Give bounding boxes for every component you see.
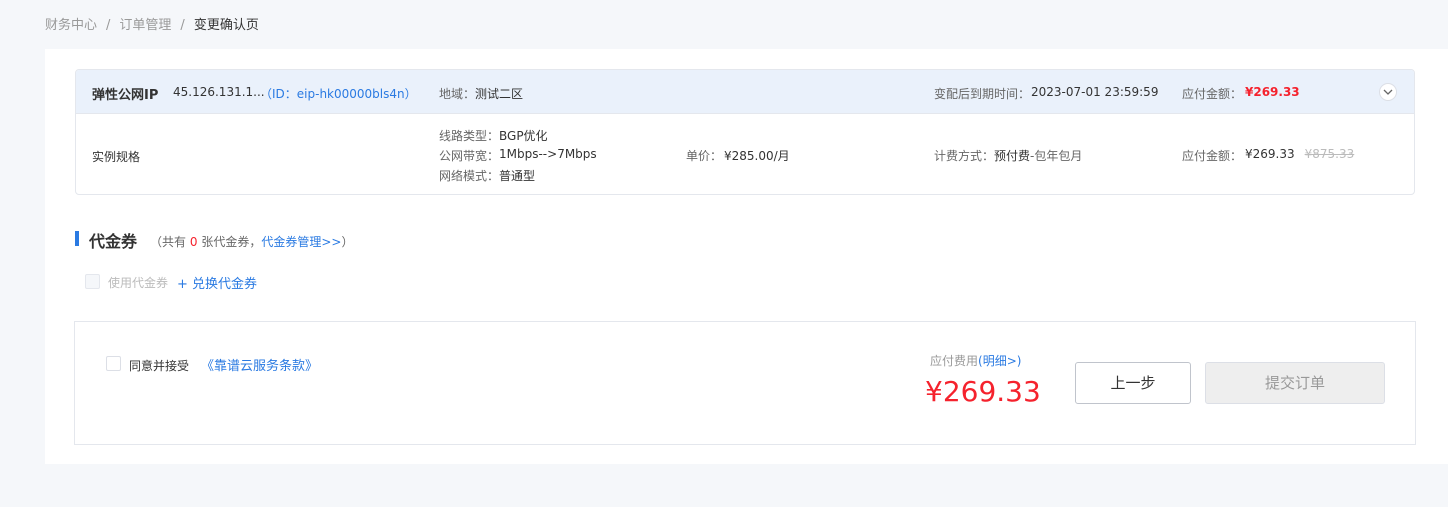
use-voucher-label: 使用代金券 — [108, 276, 169, 290]
agree-checkbox[interactable] — [106, 356, 121, 371]
chevron-down-icon — [1383, 89, 1393, 95]
breadcrumb-separator: / — [106, 18, 111, 33]
bandwidth-value: 1Mbps-->7Mbps — [499, 147, 597, 161]
billing-type: 预付费 — [994, 149, 1031, 163]
order-card: 弹性公网IP 45.126.131.1... （ID：eip-hk00000bl… — [75, 69, 1415, 195]
bandwidth-label: 公网带宽： — [439, 149, 500, 163]
product-id: （ID：eip-hk00000bls4n） — [260, 87, 417, 101]
voucher-subtitle: （共有 0 张代金券，代金券管理>>） — [150, 235, 354, 249]
header-pay-label: 应付金额： — [1182, 87, 1243, 101]
spec-pay-label: 应付金额： — [1182, 149, 1243, 163]
spec-title: 实例规格 — [92, 150, 141, 164]
expire-label: 变配后到期时间： — [934, 87, 1031, 101]
submit-order-button[interactable]: 提交订单 — [1205, 362, 1385, 404]
breadcrumb-item-finance[interactable]: 财务中心 — [45, 18, 97, 33]
order-header: 弹性公网IP 45.126.131.1... （ID：eip-hk00000bl… — [76, 70, 1414, 114]
product-ip: 45.126.131.1... — [173, 85, 265, 99]
line-type-value: BGP优化 — [499, 129, 548, 143]
use-voucher-checkbox[interactable] — [85, 274, 100, 289]
agree-label: 同意并接受 — [129, 359, 190, 373]
order-footer: 同意并接受 《靠谱云服务条款》 应付费用(明细>) ¥269.33 上一步 提交… — [74, 321, 1416, 445]
fee-label: 应付费用(明细>) — [930, 354, 1022, 368]
network-mode-label: 网络模式： — [439, 169, 500, 183]
network-mode-value: 普通型 — [499, 169, 536, 183]
exchange-voucher-link[interactable]: + 兑换代金券 — [177, 273, 257, 292]
collapse-toggle[interactable] — [1379, 83, 1397, 101]
unit-price-label: 单价： — [686, 149, 723, 163]
breadcrumb: 财务中心 / 订单管理 / 变更确认页 — [45, 14, 259, 33]
product-name: 弹性公网IP — [92, 88, 159, 103]
terms-link[interactable]: 《靠谱云服务条款》 — [201, 355, 318, 374]
line-type-label: 线路类型： — [439, 129, 500, 143]
voucher-title: 代金券 — [89, 232, 138, 251]
voucher-count: 0 — [189, 235, 198, 249]
region-label: 地域： — [439, 87, 476, 101]
breadcrumb-separator: / — [180, 18, 185, 33]
breadcrumb-item-orders[interactable]: 订单管理 — [119, 18, 171, 33]
spec-pay-value: ¥269.33 ¥875.33 — [1245, 147, 1354, 161]
expire-value: 2023-07-01 23:59:59 — [1031, 85, 1159, 99]
prev-step-button[interactable]: 上一步 — [1075, 362, 1191, 404]
billing-value: 预付费-包年包月 — [994, 147, 1082, 164]
spec-pay-amount: ¥269.33 — [1245, 147, 1295, 161]
unit-price-value: ¥285.00/月 — [724, 149, 790, 163]
breadcrumb-item-current: 变更确认页 — [193, 18, 259, 33]
billing-label: 计费方式： — [934, 149, 995, 163]
billing-suffix: -包年包月 — [1030, 149, 1083, 163]
header-pay-value: ¥269.33 — [1245, 85, 1300, 99]
region-value: 测试二区 — [475, 87, 524, 101]
section-title-bar — [75, 231, 79, 246]
main-panel: 弹性公网IP 45.126.131.1... （ID：eip-hk00000bl… — [45, 49, 1448, 464]
total-amount: ¥269.33 — [925, 375, 1041, 408]
fee-detail-link[interactable]: (明细>) — [978, 354, 1021, 368]
voucher-manage-link[interactable]: 代金券管理>> — [261, 235, 341, 249]
original-price: ¥875.33 — [1304, 147, 1355, 161]
